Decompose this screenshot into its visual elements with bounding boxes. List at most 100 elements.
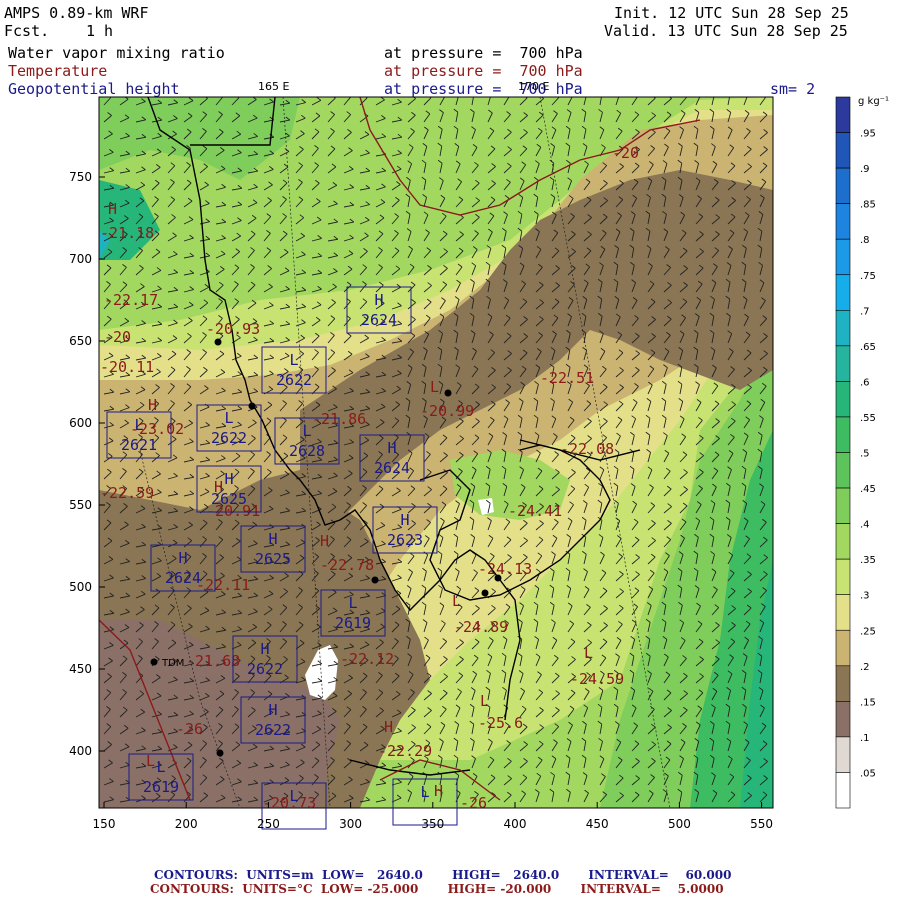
temperature-label: -21.18: [100, 224, 154, 242]
height-label-type: H: [178, 549, 187, 567]
colorbar-swatch: [835, 132, 851, 169]
height-label-value: 2625: [211, 490, 247, 508]
y-tick-label: 700: [69, 252, 92, 266]
temperature-extremum-mark: L: [146, 752, 155, 770]
station-dot: [494, 574, 502, 582]
temperature-label: -22.59: [100, 484, 154, 502]
colorbar-swatch: [835, 416, 851, 453]
colorbar-swatch: [835, 665, 851, 702]
moisture-field: [99, 97, 773, 808]
colorbar-unit: g kg⁻¹: [858, 96, 889, 107]
station-dot-tdm: [150, 658, 158, 666]
station-dot: [214, 338, 222, 346]
colorbar-label: .75: [860, 271, 876, 282]
y-tick-label: 500: [69, 580, 92, 594]
temperature-label: -22.78: [320, 556, 374, 574]
colorbar-swatch: [835, 701, 851, 738]
temperature-label: -21.68: [186, 652, 240, 670]
x-tick-label: 400: [504, 817, 527, 831]
colorbar-label: .1: [860, 733, 870, 744]
colorbar-swatch: [835, 96, 851, 133]
temperature-extremum-mark: H: [434, 782, 443, 800]
station-dot: [248, 402, 256, 410]
height-label-type: L: [348, 594, 357, 612]
temperature-extremum-mark: L: [480, 692, 489, 710]
temperature-extremum-mark: H: [384, 718, 393, 736]
colorbar-label: .6: [860, 377, 870, 388]
colorbar-label: .25: [860, 626, 876, 637]
height-label-value: 2621: [121, 436, 157, 454]
temperature-label: -26: [176, 720, 203, 738]
temperature-label: -24.13: [478, 560, 532, 578]
height-label-value: 2624: [361, 311, 397, 329]
y-tick-label: 400: [69, 744, 92, 758]
colorbar-swatch: [835, 629, 851, 667]
colorbar-label: .7: [860, 306, 870, 317]
map-figure: -20 -21.18 -22.17 -20 -20.11 -20.93 -22.51 -20.…: [69, 96, 889, 831]
colorbar-label: .2: [860, 662, 870, 673]
height-label-value: 2623: [387, 531, 423, 549]
temperature-label: -22.12: [340, 650, 394, 668]
height-label-type: L: [134, 416, 143, 434]
x-tick-label: 300: [339, 817, 362, 831]
height-label-type: H: [260, 640, 269, 658]
y-tick-label: 600: [69, 416, 92, 430]
temperature-label: -20: [104, 328, 131, 346]
height-label-value: 2619: [335, 614, 371, 632]
colorbar-label: .05: [860, 768, 876, 779]
colorbar-label: .8: [860, 235, 870, 246]
height-label-type: H: [224, 470, 233, 488]
colorbar-label: .95: [860, 129, 876, 140]
colorbar-label: .4: [860, 520, 870, 531]
x-tick-label: 250: [257, 817, 280, 831]
temperature-label: -20.99: [420, 402, 474, 420]
x-tick-label: 200: [175, 817, 198, 831]
colorbar-swatch: [835, 167, 851, 204]
temperature-label: -20: [612, 144, 639, 162]
temperature-extremum-mark: H: [320, 532, 329, 550]
temperature-label: -24.59: [570, 670, 624, 688]
temperature-label: -20.11: [100, 358, 154, 376]
station-dot: [444, 389, 452, 397]
temperature-extremum-mark: L: [430, 378, 439, 396]
temperature-label: -22.17: [104, 291, 158, 309]
colorbar-swatch: [835, 736, 851, 773]
colorbar-label: .9: [860, 164, 870, 175]
colorbar: .95 .9 .85 .8 .75 .7 .65 .6 .55 .5 .45 .4 .35 .3 .25 .2…: [835, 96, 876, 809]
y-tick-label: 450: [69, 662, 92, 676]
station-dot: [216, 749, 224, 757]
height-label-type: L: [224, 409, 233, 427]
x-tick-label: 550: [750, 817, 773, 831]
height-label-value: 2619: [143, 778, 179, 796]
height-label-type: L: [302, 422, 311, 440]
height-label-type: L: [289, 787, 298, 805]
height-label-value: 2624: [165, 569, 201, 587]
colorbar-swatch: [835, 452, 851, 489]
x-tick-label: 450: [586, 817, 609, 831]
height-label-value: 2622: [276, 371, 312, 389]
colorbar-swatch: [835, 523, 851, 560]
height-label-type: H: [268, 530, 277, 548]
station-label-tdm: TDM: [161, 658, 184, 669]
temperature-label: -22.51: [540, 369, 594, 387]
colorbar-swatch: [835, 274, 851, 311]
height-label-value: 2622: [247, 660, 283, 678]
x-tick-label: 150: [93, 817, 116, 831]
x-tick-label: 350: [421, 817, 444, 831]
colorbar-swatch: [835, 203, 851, 240]
height-label-type: H: [374, 291, 383, 309]
colorbar-label: .65: [860, 342, 876, 353]
colorbar-swatch: [835, 594, 851, 631]
height-label-value: 2628: [289, 442, 325, 460]
colorbar-label: .85: [860, 200, 876, 211]
temperature-label: -20.93: [206, 320, 260, 338]
temperature-label: -25.6: [478, 714, 523, 732]
height-label-type: L: [156, 758, 165, 776]
temperature-label: -24.89: [454, 618, 508, 636]
colorbar-swatch: [835, 487, 851, 524]
footer-temperature-contours: CONTOURS: UNITS=°C LOW= -25.000 HIGH= -2…: [150, 882, 724, 896]
y-tick-label: 650: [69, 334, 92, 348]
height-label-value: 2622: [255, 721, 291, 739]
y-tick-label: 750: [69, 170, 92, 184]
colorbar-swatch: [835, 558, 851, 596]
